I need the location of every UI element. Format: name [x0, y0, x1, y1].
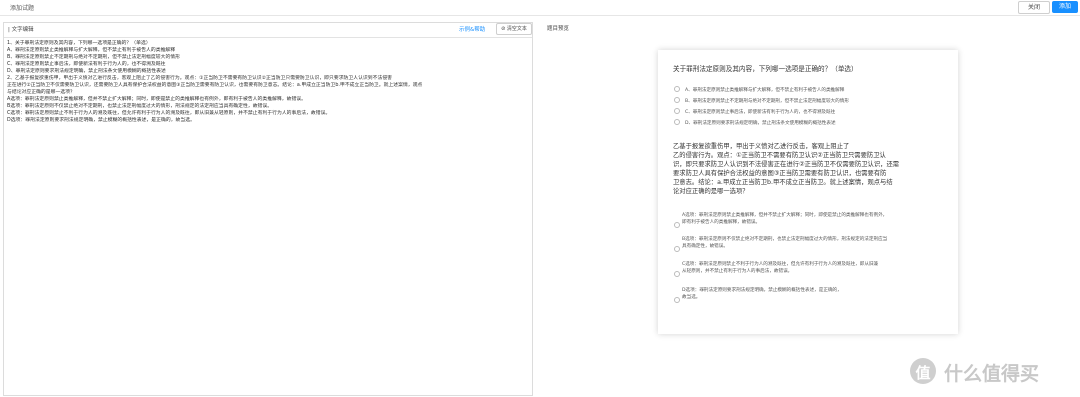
- radio-icon[interactable]: [674, 119, 680, 125]
- preview-panel: 题目预览 关于罪刑法定原则及其内容，下列哪一选项是正确的？（单选） A、罪刑法定…: [545, 22, 1075, 394]
- question-1-option-a[interactable]: A、罪刑法定原则禁止类推解释与扩大解释，但不禁止有利于被告人的类推解释: [674, 86, 844, 94]
- watermark-logo-icon: 值: [910, 358, 936, 384]
- editor-line: B选项：罪刑法定原则不仅禁止绝对不定期刑，也禁止法定刑幅度过大的情形，刑法规定的…: [7, 104, 273, 109]
- radio-icon[interactable]: [674, 108, 680, 114]
- question-preview-card: 关于罪刑法定原则及其内容，下列哪一选项是正确的？（单选） A、罪刑法定原则禁止类…: [658, 50, 958, 334]
- editor-line: B、罪刑法定原则禁止不定期刑与绝对不定期刑，但不禁止法定刑幅度较大的情形: [7, 55, 180, 60]
- text-editor[interactable]: 1、关于罪刑法定原则及其内容，下列哪一选项是正确的？（单选） A、罪刑法定原则禁…: [4, 37, 532, 396]
- question-2-stem-line: 论对应正确的是哪一选项？: [673, 188, 749, 195]
- radio-icon[interactable]: [674, 271, 680, 277]
- preview-label: 题目预览: [547, 26, 570, 32]
- editor-line: D、罪刑法定原则要求刑法规定明确，禁止刑法条文使用模糊的概括性表述: [7, 69, 166, 74]
- text-editor-panel: | 文字编辑 示例&帮助 ⊘ 清空文本 1、关于罪刑法定原则及其内容，下列哪一选…: [3, 22, 533, 396]
- question-2-stem-line: 卫意志。结论：a.甲成立正当防卫b.甲不成立正当防卫。就上述案情，观点与结: [673, 179, 893, 186]
- question-1-option-b[interactable]: B、罪刑法定原则禁止不定期刑与绝对不定期刑，但不禁止法定刑幅度较大的情形: [674, 97, 849, 105]
- editor-line: C选项：罪刑法定原则禁止不利于行为人的溯及既往，但允许有利于行为人的溯及既往，即…: [7, 111, 331, 116]
- editor-line: C、罪刑法定原则禁止事后法，即使新法有利于行为人的，也不得溯及既往: [7, 62, 166, 67]
- radio-icon[interactable]: [674, 86, 680, 92]
- question-2-option-d[interactable]: D选项：罪刑法定原则要求刑法规定明确，禁止模糊的概括性表述，是正确的， 故当选。: [682, 287, 950, 301]
- dialog-title: 添加试题: [10, 5, 35, 12]
- editor-line: D选项：罪刑法定原则要求刑法规定明确，禁止模糊的概括性表述，是正确的，故当选。: [7, 118, 195, 123]
- editor-line: A、罪刑法定原则禁止类推解释与扩大解释，但不禁止有利于被告人的类推解释: [7, 48, 176, 53]
- editor-line: 1、关于罪刑法定原则及其内容，下列哪一选项是正确的？（单选）: [7, 41, 151, 46]
- question-2-option-b[interactable]: B选项：罪刑法定原则不仅禁止绝对不定期刑，也禁止法定刑幅度过大的情形，刑法规定的…: [682, 236, 950, 250]
- question-2-stem-line: 识，即只要求防卫人认识到不法侵害正在进行②正当防卫不仅需要防卫认识，还需: [673, 161, 900, 168]
- radio-icon[interactable]: [674, 222, 680, 228]
- question-2-stem-line: 要求防卫人具有保护合法权益的意图③正当防卫需要有防卫认识，也需要有防: [673, 170, 887, 177]
- example-help-link[interactable]: 示例&帮助: [459, 25, 485, 33]
- watermark-text: 什么值得买: [944, 363, 1040, 385]
- question-1-stem: 关于罪刑法定原则及其内容，下列哪一选项是正确的？（单选）: [673, 65, 858, 73]
- question-2-stem-line: 乙基于报复欲重伤甲，甲出于义愤对乙进行反击，客观上阻止了: [673, 143, 850, 150]
- radio-icon[interactable]: [674, 297, 680, 303]
- add-button[interactable]: 添加: [1052, 1, 1078, 13]
- question-1-option-c[interactable]: C、罪刑法定原则禁止事后法，即使新法有利于行为人的，也不得溯及既往: [674, 108, 835, 116]
- editor-line: 2、乙基于报复欲重伤甲，甲出于义愤对乙进行反击，客观上阻止了乙的侵害行为。观点：…: [7, 76, 393, 81]
- editor-line: A选项：罪刑法定原则禁止类推解释，但并不禁止扩大解释；同时，即使是禁止的类推解释…: [7, 97, 306, 102]
- question-2-option-a[interactable]: A选项：罪刑法定原则禁止类推解释，但并不禁止扩大解释；同时，即使是禁止的类推解释…: [682, 212, 950, 226]
- editor-line: 正在进行②正当防卫不仅需要防卫认识，还需要防卫人具有保护合法权益的意图③正当防卫…: [7, 83, 423, 88]
- clear-text-button[interactable]: ⊘ 清空文本: [496, 23, 532, 35]
- question-2-stem-line: 乙的侵害行为。观点：①正当防卫不需要有防卫认识②正当防卫只需要防卫认: [673, 152, 886, 159]
- radio-icon[interactable]: [674, 246, 680, 252]
- editor-header: | 文字编辑 示例&帮助 ⊘ 清空文本: [4, 23, 532, 35]
- dialog-header: 添加试题 关闭 添加: [0, 0, 1080, 16]
- question-1-option-d[interactable]: D、罪刑法定原则要求刑法规定明确，禁止刑法条文使用模糊的概括性表述: [674, 119, 836, 127]
- question-2-option-c[interactable]: C选项：罪刑法定原则禁止不利于行为人的溯及既往，但允许有利于行为人的溯及既往，即…: [682, 261, 950, 275]
- radio-icon[interactable]: [674, 97, 680, 103]
- editor-label: | 文字编辑: [8, 27, 34, 33]
- editor-line: 与结论对应正确的是哪一选项？: [7, 90, 75, 95]
- close-button[interactable]: 关闭: [1018, 1, 1050, 14]
